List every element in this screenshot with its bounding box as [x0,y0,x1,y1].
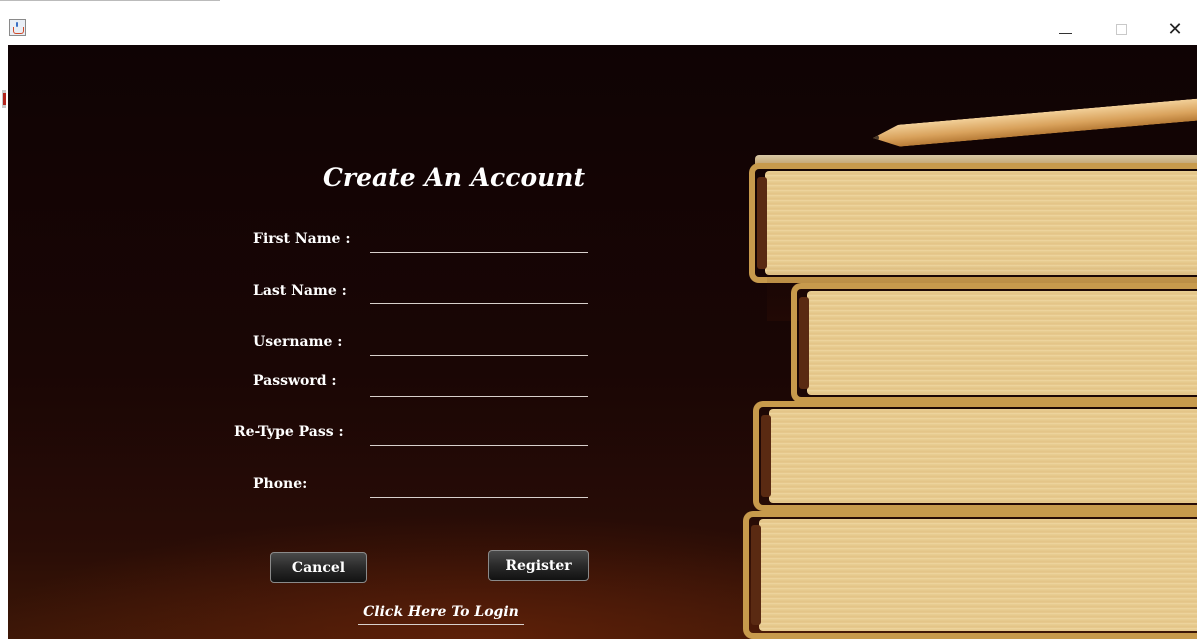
close-button[interactable]: ✕ [1152,14,1197,44]
login-link[interactable]: Click Here To Login [358,604,524,625]
username-label: Username : [253,334,343,350]
left-edge-strip [0,45,8,639]
maximize-button[interactable] [1098,14,1144,44]
book-4 [743,511,1197,639]
last-name-label: Last Name : [253,283,347,299]
java-cup-icon[interactable] [9,19,26,36]
retype-password-input[interactable] [370,424,588,446]
book-2 [791,283,1197,403]
window-titlebar: ✕ [0,0,1197,45]
password-label: Password : [253,373,337,389]
cup-mark [13,27,24,34]
username-input[interactable] [370,334,588,356]
book-3 [753,401,1197,511]
last-name-input[interactable] [370,282,588,304]
first-name-label: First Name : [253,231,351,247]
book-1 [749,163,1197,321]
retype-password-label: Re-Type Pass : [234,424,344,440]
books-illustration [743,125,1197,639]
edge-red-mark [3,93,6,105]
minimize-icon [1058,32,1072,34]
first-name-input[interactable] [370,231,588,253]
cancel-button[interactable]: Cancel [270,552,367,583]
password-input[interactable] [370,375,588,397]
phone-label: Phone: [253,476,308,492]
minimize-button[interactable] [1042,14,1088,44]
close-icon: ✕ [1167,18,1183,40]
form-title: Create An Account [323,163,586,192]
titlebar-edge [0,0,220,1]
registration-panel: Create An Account First Name : Last Name… [8,45,1197,639]
register-button[interactable]: Register [488,550,589,581]
maximize-icon [1115,23,1127,35]
pencil-image [872,98,1197,149]
phone-input[interactable] [370,476,588,498]
